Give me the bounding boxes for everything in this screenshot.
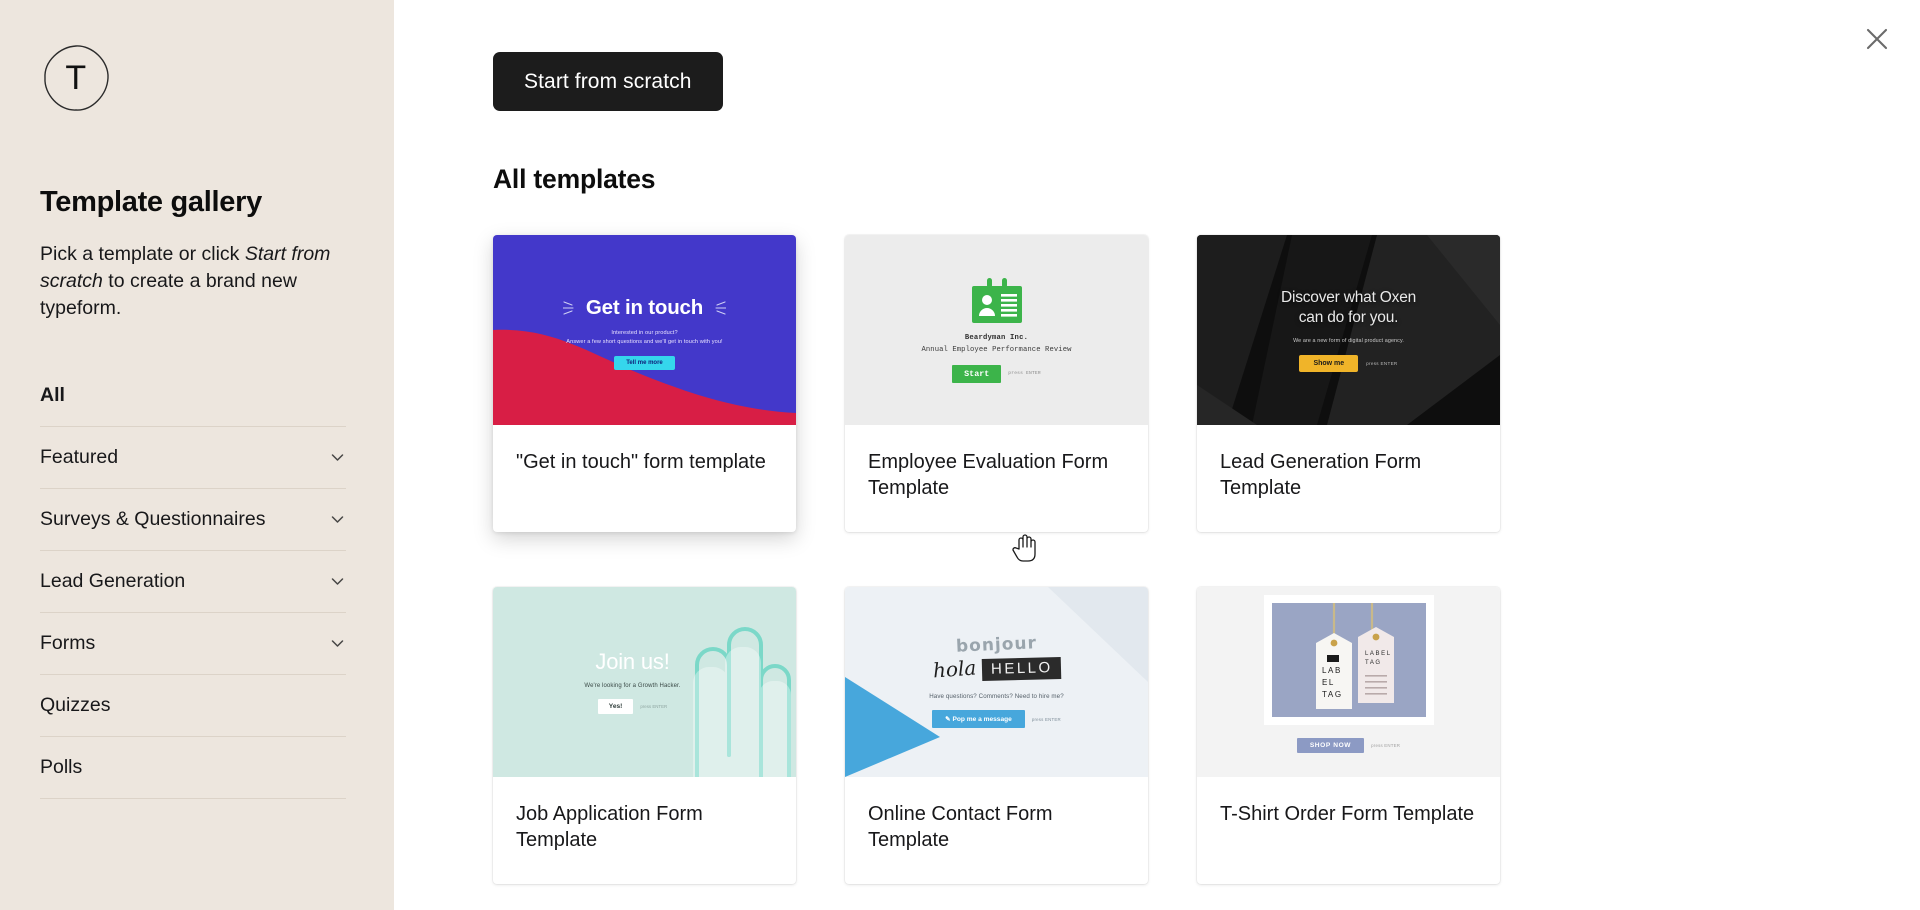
sidebar-item-surveys-questionnaires[interactable]: Surveys & Questionnaires (40, 489, 346, 551)
thumb-cta-button: Yes! (597, 699, 634, 715)
category-nav: All Featured Surveys & Questionnaires Lead … (40, 384, 346, 799)
thumb-cta-row: SHOP NOW press ENTER (1296, 737, 1401, 753)
thumb-enter-hint: press ENTER (1031, 716, 1061, 722)
template-card-title: T-Shirt Order Form Template (1220, 802, 1475, 825)
thumb-heading-line1: Discover what Oxen (1280, 289, 1417, 307)
thumb-subtitle-line2: Answer a few short questions and we'll g… (566, 339, 723, 345)
thumb-inner: Join us! We're looking for a Growth Hacke… (493, 587, 796, 777)
svg-text:LAB: LAB (1322, 666, 1342, 675)
template-card-title: Online Contact Form Template (868, 802, 1053, 852)
thumb-greeting-row: hola HELLO (931, 655, 1061, 683)
thumb-cta-button: SHOP NOW (1296, 737, 1365, 753)
template-card[interactable]: LAB EL TAG LABEL TAG SHOP NOW press ENTER T-Shi… (1197, 586, 1500, 884)
thumb-enter-hint: press ENTER (640, 704, 668, 710)
logo-letter: T (65, 59, 87, 97)
thumb-enter-hint: press ENTER (1371, 742, 1401, 748)
svg-text:TAG: TAG (1365, 660, 1382, 666)
thumb-cta-button: Start (952, 364, 1002, 383)
template-card-title: Lead Generation Form Template (1220, 451, 1422, 500)
thumbnail-get-in-touch: Get in touch Interested in our product? An… (493, 235, 796, 425)
thumb-enter-hint: press ENTER (1366, 360, 1398, 366)
thumbnail-lead-generation: Discover what Oxen can do for you. We are … (1197, 235, 1500, 425)
hanging-label-tags-illustration: LABELTAGLABELTAG (1271, 602, 1426, 717)
sidebar-item-forms[interactable]: Forms (40, 613, 346, 675)
starburst-icon (715, 301, 727, 315)
thumb-heading: Discover what Oxen can do for you. (1281, 288, 1416, 326)
sidebar-item-label: All (40, 383, 65, 406)
sidebar-item-polls[interactable]: Polls (40, 737, 346, 799)
thumb-subtitle: We're looking for a Growth Hacker. (584, 683, 681, 690)
thumb-subtitle: Interested in our product? Answer a few s… (566, 329, 722, 347)
close-x-glyph (1866, 28, 1888, 50)
sidebar-item-all[interactable]: All (40, 384, 346, 427)
template-grid: Get in touch Interested in our product? An… (493, 235, 1503, 884)
sidebar-item-label: Polls (40, 755, 83, 778)
template-card[interactable]: Join us! We're looking for a Growth Hacke… (493, 586, 796, 884)
thumb-heading-row: Get in touch (562, 295, 727, 320)
thumb-heading: Get in touch (585, 295, 704, 319)
thumbnail-job-application: Join us! We're looking for a Growth Hacke… (493, 586, 796, 777)
label-tags-photo: LAB EL TAG LABEL TAG (1263, 594, 1434, 725)
thumb-subtitle: We are a new form of digital product age… (1293, 337, 1404, 344)
thumb-company-name: Beardyman Inc. (964, 333, 1029, 342)
close-icon[interactable] (1856, 18, 1898, 60)
sidebar-item-quizzes[interactable]: Quizzes (40, 675, 346, 737)
thumb-cta-row: Show me press ENTER (1299, 354, 1398, 372)
thumb-word-hello: HELLO (981, 657, 1061, 682)
thumb-cta-button: ✎ Pop me a message (932, 710, 1025, 729)
thumb-cta-button: Show me (1299, 354, 1359, 372)
thumb-inner: Discover what Oxen can do for you. We are … (1197, 235, 1500, 425)
thumb-word-bonjour: bonjour (955, 633, 1038, 658)
svg-text:TAG: TAG (1322, 690, 1343, 699)
sidebar-item-label: Quizzes (40, 693, 111, 716)
thumbnail-employee-evaluation: Beardyman Inc. Annual Employee Performanc… (845, 235, 1148, 425)
sidebar-item-label: Featured (40, 445, 119, 468)
sidebar-item-label: Surveys & Questionnaires (40, 507, 266, 530)
thumb-cta-row: Start press ENTER (952, 364, 1041, 383)
svg-text:LABEL: LABEL (1365, 651, 1392, 657)
thumb-enter-hint: press ENTER (1008, 371, 1041, 376)
thumb-word-hola: hola (931, 655, 977, 683)
thumb-subtitle: Have questions? Comments? Need to hire m… (929, 693, 1064, 701)
section-title: All templates (493, 164, 656, 194)
sidebar: T Template gallery Pick a template or cl… (0, 0, 394, 910)
desc-part-1: Pick a template or click (40, 243, 245, 265)
start-from-scratch-button[interactable]: Start from scratch (493, 52, 723, 111)
starburst-icon (562, 301, 574, 315)
id-badge-icon (971, 277, 1022, 323)
thumbnail-tshirt-order: LAB EL TAG LABEL TAG SHOP NOW press ENTER (1197, 586, 1500, 777)
template-card-title: Job Application Form Template (516, 802, 703, 852)
template-card[interactable]: Discover what Oxen can do for you. We are … (1197, 235, 1500, 532)
template-card[interactable]: Beardyman Inc. Annual Employee Performanc… (845, 235, 1148, 532)
page-title: Template gallery (40, 186, 262, 218)
thumb-heading: Join us! (595, 649, 670, 675)
thumb-inner: Get in touch Interested in our product? An… (493, 235, 796, 425)
content-area: Start from scratch All templates Get in … (394, 0, 1920, 884)
thumb-cta-row: Yes! press ENTER (597, 699, 668, 715)
sidebar-item-label: Lead Generation (40, 569, 186, 592)
thumb-cta-button: Tell me more (614, 356, 675, 371)
thumb-heading-line2: can do for you. (1298, 308, 1399, 326)
thumb-subtitle-line1: Interested in our product? (611, 329, 678, 336)
chevron-down-icon[interactable] (329, 635, 346, 652)
chevron-down-icon[interactable] (329, 449, 346, 466)
thumb-cta-row: ✎ Pop me a message press ENTER (932, 710, 1061, 729)
chevron-down-icon[interactable] (329, 573, 346, 590)
svg-text:EL: EL (1322, 678, 1335, 687)
template-card[interactable]: bonjour hola HELLO Have questions? Comments… (845, 586, 1148, 884)
template-card-title: Employee Evaluation Form Template (868, 451, 1109, 500)
main-content: Start from scratch All templates Get in … (394, 0, 1920, 910)
sidebar-item-label: Forms (40, 631, 96, 654)
template-card[interactable]: Get in touch Interested in our product? An… (493, 235, 796, 532)
sidebar-description: Pick a template or click Start from scra… (40, 241, 340, 322)
thumb-inner: bonjour hola HELLO Have questions? Comments… (845, 587, 1148, 777)
sidebar-item-featured[interactable]: Featured (40, 427, 346, 489)
typeform-logo: T (40, 42, 112, 114)
thumbnail-online-contact: bonjour hola HELLO Have questions? Comments… (845, 586, 1148, 777)
thumb-subtitle: Annual Employee Performance Review (921, 345, 1072, 354)
chevron-down-icon[interactable] (329, 511, 346, 528)
template-card-title: "Get in touch" form template (516, 451, 766, 473)
sidebar-item-lead-generation[interactable]: Lead Generation (40, 551, 346, 613)
template-gallery-modal: T Template gallery Pick a template or cl… (0, 0, 1920, 910)
